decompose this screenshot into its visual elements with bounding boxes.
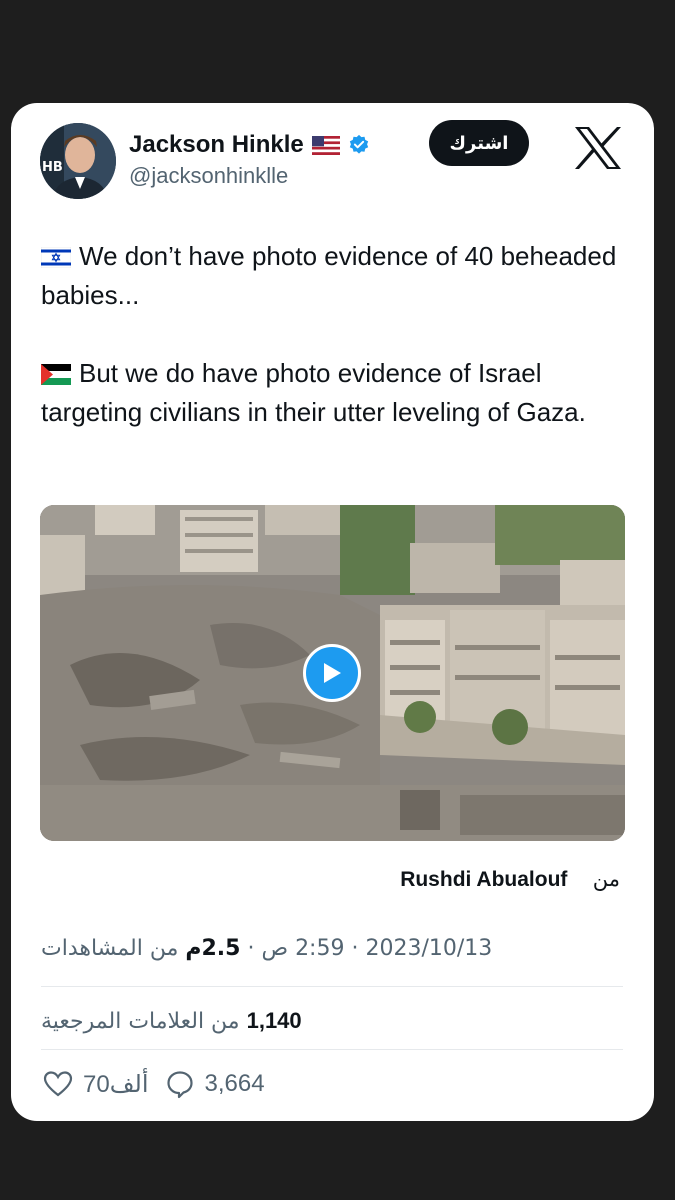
tweet-time[interactable]: 2:59 ص	[261, 936, 344, 961]
video-thumbnail[interactable]	[40, 505, 625, 841]
tweet-paragraph-2: But we do have photo evidence of Israel …	[41, 354, 621, 432]
author-name-text: Jackson Hinkle	[129, 131, 304, 158]
palestine-flag-icon	[41, 364, 71, 385]
play-icon	[324, 663, 341, 683]
play-button[interactable]	[303, 644, 361, 702]
tweet-meta: 2023/10/13 · 2:59 ص · 2.5م من المشاهدات	[41, 936, 492, 961]
avatar[interactable]: HB	[40, 123, 116, 199]
israel-flag-icon	[41, 247, 71, 268]
verified-badge-icon	[349, 134, 368, 154]
source-prefix: من	[592, 867, 620, 891]
divider	[41, 1049, 623, 1050]
action-bar: 70ألف 3,664	[43, 1069, 265, 1099]
tweet-paragraph-1-text: We don’t have photo evidence of 40 behea…	[41, 241, 617, 310]
reply-icon	[166, 1071, 193, 1099]
video-source: من Rushdi Abualouf	[400, 867, 620, 892]
heart-icon	[43, 1071, 73, 1097]
tweet-paragraph-1: We don’t have photo evidence of 40 behea…	[41, 237, 621, 315]
us-flag-icon	[311, 135, 340, 155]
tweet-paragraph-2-text: But we do have photo evidence of Israel …	[41, 358, 586, 427]
bookmarks-count: 1,140	[246, 1008, 302, 1033]
meta-separator-2: ·	[240, 936, 262, 961]
author-handle[interactable]: @jacksonhinklle	[129, 163, 288, 189]
reply-count: 3,664	[204, 1070, 265, 1097]
author-name[interactable]: Jackson Hinkle	[129, 131, 370, 159]
svg-text:HB: HB	[42, 160, 63, 175]
like-button[interactable]: 70ألف	[43, 1069, 149, 1099]
tweet-date[interactable]: 2023/10/13	[365, 936, 492, 961]
x-logo-icon[interactable]	[573, 125, 623, 171]
views-count: 2.5م	[185, 936, 241, 961]
source-name[interactable]: Rushdi Abualouf	[400, 868, 567, 891]
bookmarks-label: من العلامات المرجعية	[41, 1009, 240, 1034]
avatar-photo: HB	[40, 123, 116, 199]
divider	[41, 986, 623, 987]
subscribe-button[interactable]: اشترك	[429, 120, 529, 166]
bookmarks-stat[interactable]: 1,140 من العلامات المرجعية	[41, 1008, 302, 1034]
tweet-text: We don’t have photo evidence of 40 behea…	[41, 237, 621, 432]
tweet-card: HB Jackson Hinkle @jacksonhinklle اشترك	[11, 103, 654, 1121]
views-label: من المشاهدات	[41, 936, 179, 961]
reply-button[interactable]: 3,664	[165, 1069, 265, 1099]
meta-separator-1: ·	[344, 936, 366, 961]
like-count: 70ألف	[83, 1070, 149, 1098]
